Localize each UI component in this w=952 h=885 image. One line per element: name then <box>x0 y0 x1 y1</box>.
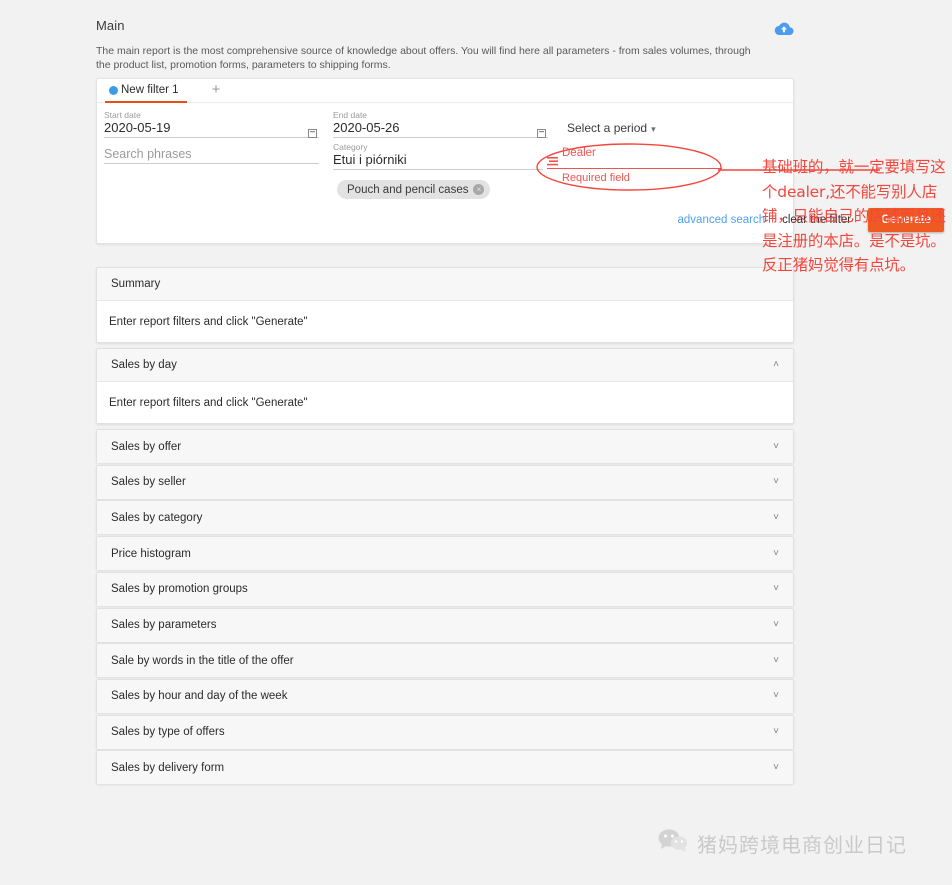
report-section-title: Sales by offer <box>111 440 182 453</box>
chevron-down-icon[interactable]: ˅ <box>773 477 779 487</box>
category-chip-label: Pouch and pencil cases <box>347 183 469 196</box>
filter-tab[interactable]: New filter 1 <box>105 79 187 103</box>
end-date-field[interactable]: End date 2020-05-26 <box>333 110 548 138</box>
watermark: 猪妈跨境电商创业日记 <box>658 828 907 859</box>
start-date-underline <box>104 137 319 138</box>
report-section-header[interactable]: Price histogram ˅ <box>97 537 793 571</box>
category-field[interactable]: Category Etui i piórniki <box>333 142 543 170</box>
report-section: Sales by type of offers ˅ <box>96 714 794 749</box>
report-section-title: Sales by day <box>111 359 177 371</box>
report-section: Sales by seller ˅ <box>96 464 794 499</box>
add-filter-tab-button[interactable]: + <box>207 81 225 99</box>
report-section: Sales by hour and day of the week ˅ <box>96 678 794 713</box>
report-section-title: Sales by type of offers <box>111 726 225 739</box>
chevron-down-icon[interactable]: ˅ <box>773 727 779 737</box>
page-root: Main The main report is the most compreh… <box>0 0 952 885</box>
filter-tab-dot-icon <box>109 85 118 95</box>
chevron-down-icon[interactable]: ˅ <box>773 584 779 594</box>
start-date-field[interactable]: Start date 2020-05-19 <box>104 110 319 138</box>
chevron-down-icon[interactable]: ˅ <box>773 655 779 666</box>
search-phrases-field[interactable]: Search phrases <box>104 146 319 164</box>
report-section-title: Sales by seller <box>111 476 186 489</box>
report-section-body: Enter report filters and click "Generate… <box>97 382 793 423</box>
filter-tabbar: New filter 1 + <box>97 79 793 103</box>
chevron-up-icon[interactable]: ˄ <box>773 360 779 370</box>
dealer-underline <box>547 168 722 169</box>
list-icon[interactable] <box>547 154 559 166</box>
page-title: Main <box>96 18 125 33</box>
report-section-header[interactable]: Sales by parameters ˅ <box>97 608 793 642</box>
start-date-value: 2020-05-19 <box>104 120 171 135</box>
dealer-field[interactable]: Dealer <box>562 146 722 160</box>
report-section: Sale by words in the title of the offer ˅ <box>96 643 794 678</box>
report-section-header[interactable]: Sales by type of offers ˅ <box>97 715 793 749</box>
chevron-down-icon[interactable]: ˅ <box>773 762 779 773</box>
report-section-header[interactable]: Sales by seller ˅ <box>97 465 793 499</box>
report-section-title: Price histogram <box>111 547 191 560</box>
report-section-header[interactable]: Sales by category ˅ <box>97 501 793 535</box>
chevron-down-icon[interactable]: ˅ <box>773 441 779 452</box>
report-section-header[interactable]: Sales by offer ˅ <box>97 430 793 463</box>
advanced-search-link[interactable]: advanced search <box>678 214 766 226</box>
watermark-text: 猪妈跨境电商创业日记 <box>697 833 907 857</box>
report-section-body: Enter report filters and click "Generate… <box>97 301 793 342</box>
calendar-icon[interactable] <box>537 125 546 138</box>
report-section: Sales by delivery form ˅ <box>96 750 794 785</box>
report-section-title: Summary <box>111 278 161 290</box>
page-header: Main <box>96 18 794 33</box>
report-section: Summary Enter report filters and click "G… <box>96 267 794 343</box>
report-section-header[interactable]: Sale by words in the title of the offer ˅ <box>97 644 793 678</box>
report-section-title: Sales by hour and day of the week <box>111 690 288 703</box>
close-icon[interactable]: × <box>473 184 485 195</box>
start-date-label: Start date <box>104 110 141 120</box>
report-section: Sales by promotion groups ˅ <box>96 571 794 606</box>
category-underline <box>333 169 543 170</box>
report-section: Sales by offer ˅ <box>96 429 794 463</box>
filter-tab-label: New filter 1 <box>121 84 179 96</box>
chevron-down-icon: ▾ <box>651 124 656 134</box>
report-section: Sales by parameters ˅ <box>96 607 794 642</box>
chevron-down-icon[interactable]: ˅ <box>773 548 779 559</box>
cloud-upload-icon[interactable] <box>774 21 794 37</box>
chevron-down-icon[interactable]: ˅ <box>773 512 779 523</box>
page-description: The main report is the most comprehensiv… <box>96 45 751 71</box>
select-period-label: Select a period <box>567 121 648 135</box>
report-section-title: Sale by words in the title of the offer <box>111 654 294 667</box>
report-section-header[interactable]: Sales by day ˄ <box>97 349 793 382</box>
report-section-header[interactable]: Sales by delivery form ˅ <box>97 751 793 785</box>
report-section: Price histogram ˅ <box>96 536 794 571</box>
end-date-value: 2020-05-26 <box>333 120 400 135</box>
calendar-icon[interactable] <box>308 125 317 138</box>
report-section-header[interactable]: Sales by hour and day of the week ˅ <box>97 679 793 713</box>
chevron-down-icon[interactable]: ˅ <box>773 620 779 630</box>
report-section-header[interactable]: Sales by promotion groups ˅ <box>97 572 793 606</box>
category-chip[interactable]: Pouch and pencil cases × <box>337 180 491 199</box>
report-section-title: Sales by delivery form <box>111 761 225 774</box>
search-phrases-placeholder: Search phrases <box>104 147 192 161</box>
end-date-underline <box>333 137 548 138</box>
category-label: Category <box>333 142 368 152</box>
report-section: Sales by category ˅ <box>96 500 794 535</box>
dealer-label: Dealer <box>562 147 596 159</box>
report-section-title: Sales by promotion groups <box>111 583 248 596</box>
search-phrases-underline <box>104 163 319 164</box>
report-section-title: Sales by category <box>111 511 203 524</box>
report-section-header[interactable]: Summary <box>97 268 793 301</box>
select-period-dropdown[interactable]: Select a period ▾ <box>567 121 656 135</box>
end-date-label: End date <box>333 110 368 120</box>
chevron-down-icon[interactable]: ˅ <box>773 691 779 701</box>
report-section: Sales by day ˄ Enter report filters and cl… <box>96 348 794 424</box>
annotation-text: 基础班的，就一定要填写这个dealer,还不能写别人店铺，只能自己的店铺而且还是… <box>762 158 946 274</box>
report-section-title: Sales by parameters <box>111 619 217 631</box>
dealer-required-error: Required field <box>562 172 630 184</box>
category-value: Etui i piórniki <box>333 152 407 167</box>
wechat-icon <box>658 828 688 859</box>
